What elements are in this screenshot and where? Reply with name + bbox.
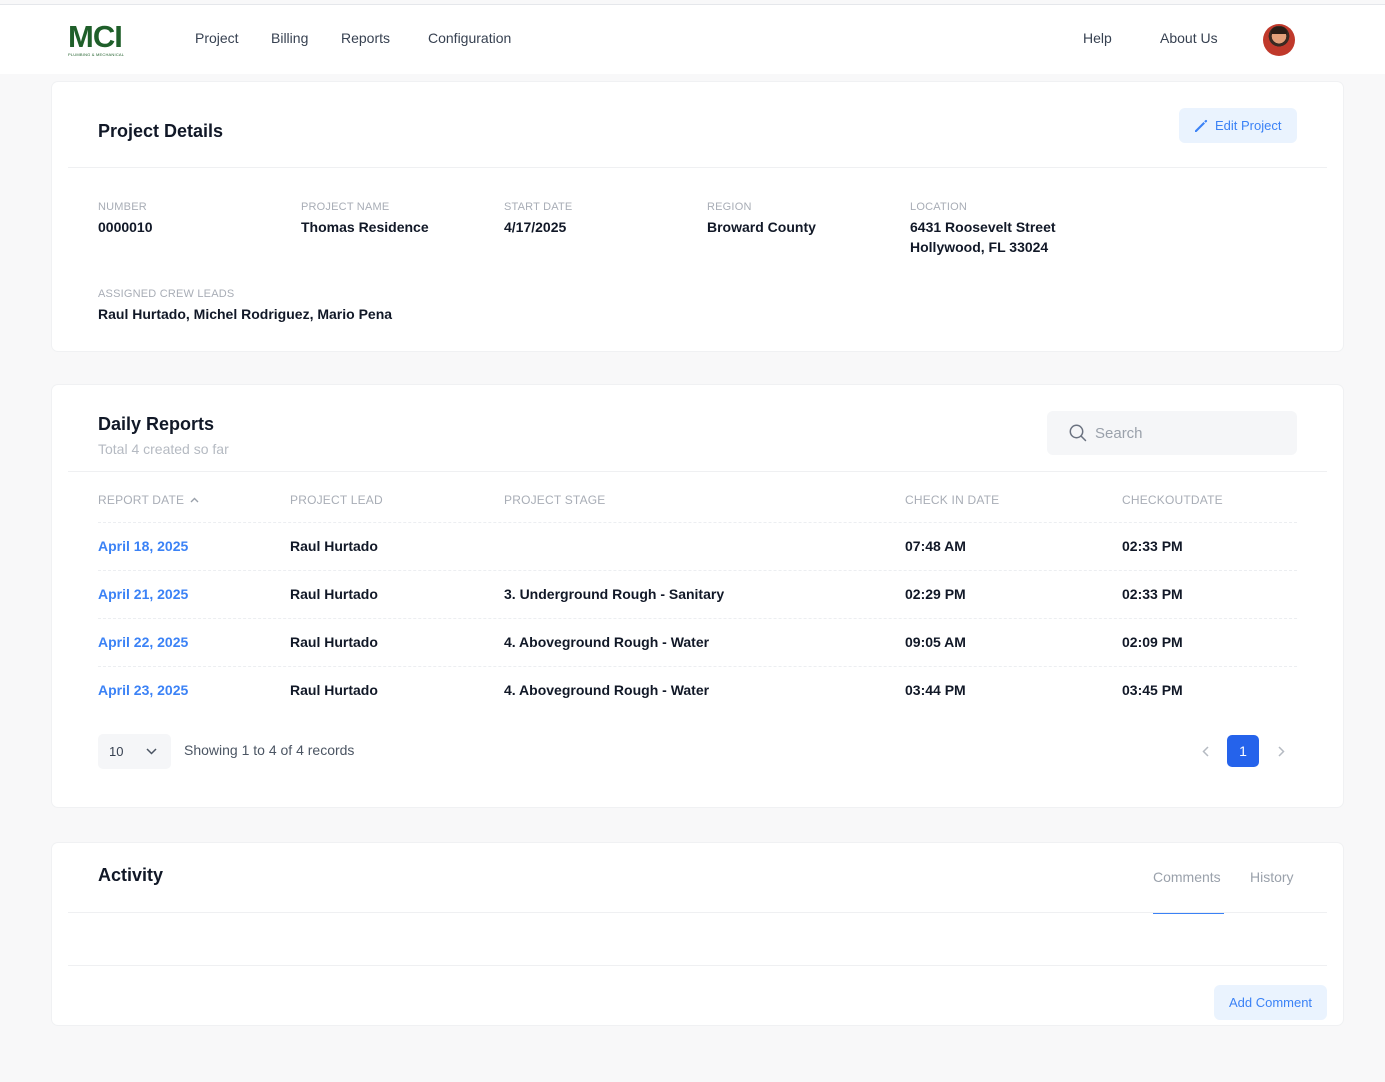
activity-card: Activity Comments History Add Comment (52, 843, 1343, 1025)
edit-project-button[interactable]: Edit Project (1179, 108, 1297, 143)
location-label: LOCATION (910, 201, 968, 213)
nav-project[interactable]: Project (195, 30, 239, 46)
chevron-down-icon (146, 748, 157, 755)
check-out-cell: 02:33 PM (1122, 586, 1183, 602)
add-comment-button[interactable]: Add Comment (1214, 985, 1327, 1020)
report-date-link[interactable]: April 22, 2025 (98, 634, 188, 650)
number-label: NUMBER (98, 201, 147, 213)
project-name-value: Thomas Residence (301, 219, 429, 235)
daily-reports-title: Daily Reports (98, 414, 215, 434)
report-date-link[interactable]: April 23, 2025 (98, 682, 188, 698)
divider (68, 912, 1327, 913)
logo-subtext: PLUMBING & MECHANICAL (68, 52, 125, 57)
nav-reports[interactable]: Reports (341, 30, 390, 46)
next-page-button[interactable] (1274, 741, 1288, 761)
col-report-date-label: REPORT DATE (98, 493, 185, 507)
crew-leads-label: ASSIGNED CREW LEADS (98, 288, 235, 300)
project-details-title: Project Details (98, 121, 224, 141)
row-separator (98, 666, 1297, 667)
number-value: 0000010 (98, 219, 153, 235)
report-date-link[interactable]: April 21, 2025 (98, 586, 188, 602)
region-label: REGION (707, 201, 752, 213)
search-input[interactable] (1095, 424, 1275, 442)
col-checkout-date[interactable]: CHECKOUTDATE (1122, 493, 1223, 507)
search-box (1047, 411, 1297, 455)
company-logo[interactable]: MCI PLUMBING & MECHANICAL (68, 19, 134, 57)
nav-configuration[interactable]: Configuration (428, 30, 511, 46)
user-avatar[interactable] (1263, 24, 1295, 56)
project-details-card: Project Details Edit Project NUMBER 0000… (52, 82, 1343, 351)
sort-ascending-icon (190, 497, 199, 503)
page-1-button[interactable]: 1 (1227, 735, 1259, 767)
region-value: Broward County (707, 219, 816, 235)
project-name-label: PROJECT NAME (301, 201, 390, 213)
page-size-select[interactable]: 10 (98, 734, 171, 769)
nav-help[interactable]: Help (1083, 30, 1112, 46)
daily-reports-card: Daily Reports Total 4 created so far REP… (52, 385, 1343, 807)
check-in-cell: 03:44 PM (905, 682, 966, 698)
check-in-cell: 09:05 AM (905, 634, 966, 650)
check-in-cell: 07:48 AM (905, 538, 966, 554)
project-stage-cell: 4. Aboveground Rough - Water (504, 682, 710, 698)
check-out-cell: 02:09 PM (1122, 634, 1183, 650)
start-date-value: 4/17/2025 (504, 219, 567, 235)
pencil-icon (1195, 119, 1208, 132)
check-out-cell: 03:45 PM (1122, 682, 1183, 698)
report-date-link[interactable]: April 18, 2025 (98, 538, 188, 554)
edit-project-label: Edit Project (1215, 118, 1282, 133)
col-check-in-date[interactable]: CHECK IN DATE (905, 493, 999, 507)
tab-comments[interactable]: Comments (1153, 869, 1221, 885)
chevron-right-icon (1277, 745, 1285, 757)
tab-history[interactable]: History (1250, 869, 1294, 885)
divider (68, 965, 1327, 966)
row-separator (98, 618, 1297, 619)
location-line1: 6431 Roosevelt Street (910, 219, 1056, 235)
logo-mark: MCI (68, 19, 123, 54)
col-project-lead[interactable]: PROJECT LEAD (290, 493, 383, 507)
location-line2: Hollywood, FL 33024 (910, 239, 1049, 255)
col-project-stage[interactable]: PROJECT STAGE (504, 493, 606, 507)
daily-reports-subtitle: Total 4 created so far (98, 441, 229, 457)
project-lead-cell: Raul Hurtado (290, 682, 378, 698)
records-summary: Showing 1 to 4 of 4 records (184, 742, 355, 758)
start-date-label: START DATE (504, 201, 573, 213)
col-report-date[interactable]: REPORT DATE (98, 493, 199, 507)
check-in-cell: 02:29 PM (905, 586, 966, 602)
project-lead-cell: Raul Hurtado (290, 586, 378, 602)
search-icon (1069, 424, 1087, 442)
activity-title: Activity (98, 865, 164, 885)
top-nav: MCI PLUMBING & MECHANICAL Project Billin… (0, 4, 1385, 74)
check-out-cell: 02:33 PM (1122, 538, 1183, 554)
divider (68, 471, 1327, 472)
nav-billing[interactable]: Billing (271, 30, 308, 46)
chevron-left-icon (1201, 745, 1209, 757)
row-separator (98, 570, 1297, 571)
row-separator (98, 522, 1297, 523)
prev-page-button[interactable] (1198, 741, 1212, 761)
project-lead-cell: Raul Hurtado (290, 538, 378, 554)
page-size-value: 10 (109, 744, 124, 759)
project-stage-cell: 4. Aboveground Rough - Water (504, 634, 710, 650)
divider (68, 167, 1327, 168)
project-stage-cell: 3. Underground Rough - Sanitary (504, 586, 725, 602)
nav-about-us[interactable]: About Us (1160, 30, 1218, 46)
project-lead-cell: Raul Hurtado (290, 634, 378, 650)
crew-leads-value: Raul Hurtado, Michel Rodriguez, Mario Pe… (98, 306, 393, 322)
